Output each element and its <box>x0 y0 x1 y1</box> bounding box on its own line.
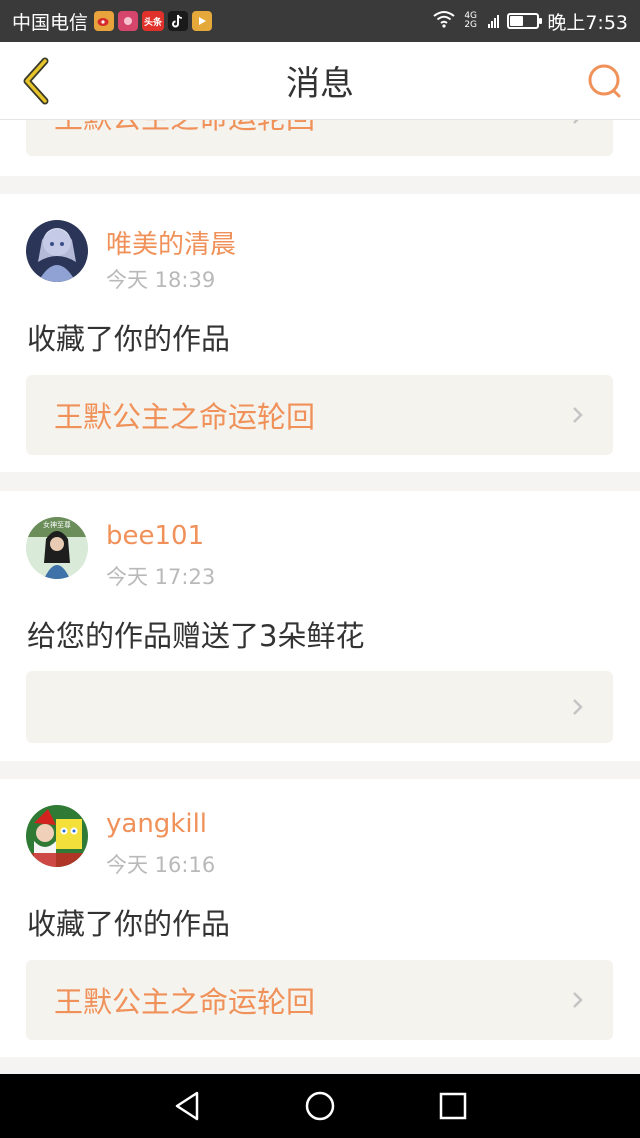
weibo-icon <box>94 11 115 31</box>
back-button[interactable] <box>14 56 58 106</box>
battery-icon <box>507 13 543 29</box>
avatar[interactable] <box>26 220 88 282</box>
page-title: 消息 <box>286 64 354 104</box>
username[interactable]: yangkill <box>106 809 207 839</box>
message-text: 给您的作品赠送了3朵鲜花 <box>27 619 365 653</box>
work-link[interactable]: 王默公主之命运轮回 <box>26 375 613 455</box>
message-text: 收藏了你的作品 <box>27 322 231 356</box>
work-title: 王默公主之命运轮回 <box>54 400 316 434</box>
svg-text:女神至尊: 女神至尊 <box>43 520 71 529</box>
status-bar: 中国电信 头条 4G 2G 晚上7:53 <box>0 0 640 42</box>
square-recent-icon <box>440 1092 467 1120</box>
nav-header: 消息 <box>0 42 640 120</box>
system-nav-bar <box>0 1074 640 1138</box>
work-title: 王默公主之命运轮回 <box>54 985 316 1019</box>
notification-card: yangkill 今天 16:16 收藏了你的作品 王默公主之命运轮回 <box>0 779 640 1057</box>
work-link[interactable] <box>26 671 613 743</box>
chevron-right-icon <box>573 992 583 1008</box>
search-button[interactable] <box>584 60 626 102</box>
avatar[interactable]: 女神至尊 <box>26 517 88 579</box>
search-icon <box>588 64 621 98</box>
timestamp: 今天 17:23 <box>106 565 216 589</box>
message-list[interactable]: 王默公主之命运轮回 唯美的清晨 今天 18:39 收藏了你的作品 王默公主之命运… <box>0 120 640 1074</box>
nav-home-button[interactable] <box>300 1086 340 1126</box>
carrier-label: 中国电信 <box>12 11 89 34</box>
username[interactable]: 唯美的清晨 <box>106 224 236 261</box>
nav-recent-button[interactable] <box>433 1086 473 1126</box>
wifi-icon <box>432 10 456 33</box>
avatar[interactable] <box>26 805 88 867</box>
username[interactable]: bee101 <box>106 521 204 551</box>
chevron-right-icon <box>573 120 579 124</box>
circle-home-icon <box>305 1091 335 1121</box>
work-title: 王默公主之命运轮回 <box>54 120 315 137</box>
notification-card: 唯美的清晨 今天 18:39 收藏了你的作品 王默公主之命运轮回 <box>0 194 640 472</box>
video-icon <box>192 11 213 31</box>
notification-card: 王默公主之命运轮回 <box>0 120 640 176</box>
timestamp: 今天 18:39 <box>106 268 216 292</box>
message-text: 收藏了你的作品 <box>27 907 231 941</box>
signal-icon <box>488 14 500 28</box>
app-red-icon <box>118 11 139 31</box>
nav-back-button[interactable] <box>167 1086 207 1126</box>
toutiao-icon: 头条 <box>142 11 165 31</box>
clock: 晚上7:53 <box>547 11 628 34</box>
triangle-back-icon <box>175 1091 198 1121</box>
notification-card: 女神至尊 bee101 今天 17:23 给您的作品赠送了3朵鲜花 <box>0 491 640 761</box>
status-left: 中国电信 头条 <box>12 8 213 35</box>
tiktok-icon <box>168 11 189 31</box>
battery-level <box>510 16 523 26</box>
network-type: 4G 2G <box>464 11 478 30</box>
work-link[interactable]: 王默公主之命运轮回 <box>26 120 613 156</box>
chevron-right-icon <box>573 407 583 423</box>
work-link[interactable]: 王默公主之命运轮回 <box>26 960 613 1040</box>
timestamp: 今天 16:16 <box>106 853 216 877</box>
back-arrow-icon <box>23 57 49 105</box>
chevron-right-icon <box>573 699 583 715</box>
status-right: 4G 2G 晚上7:53 <box>432 8 628 35</box>
